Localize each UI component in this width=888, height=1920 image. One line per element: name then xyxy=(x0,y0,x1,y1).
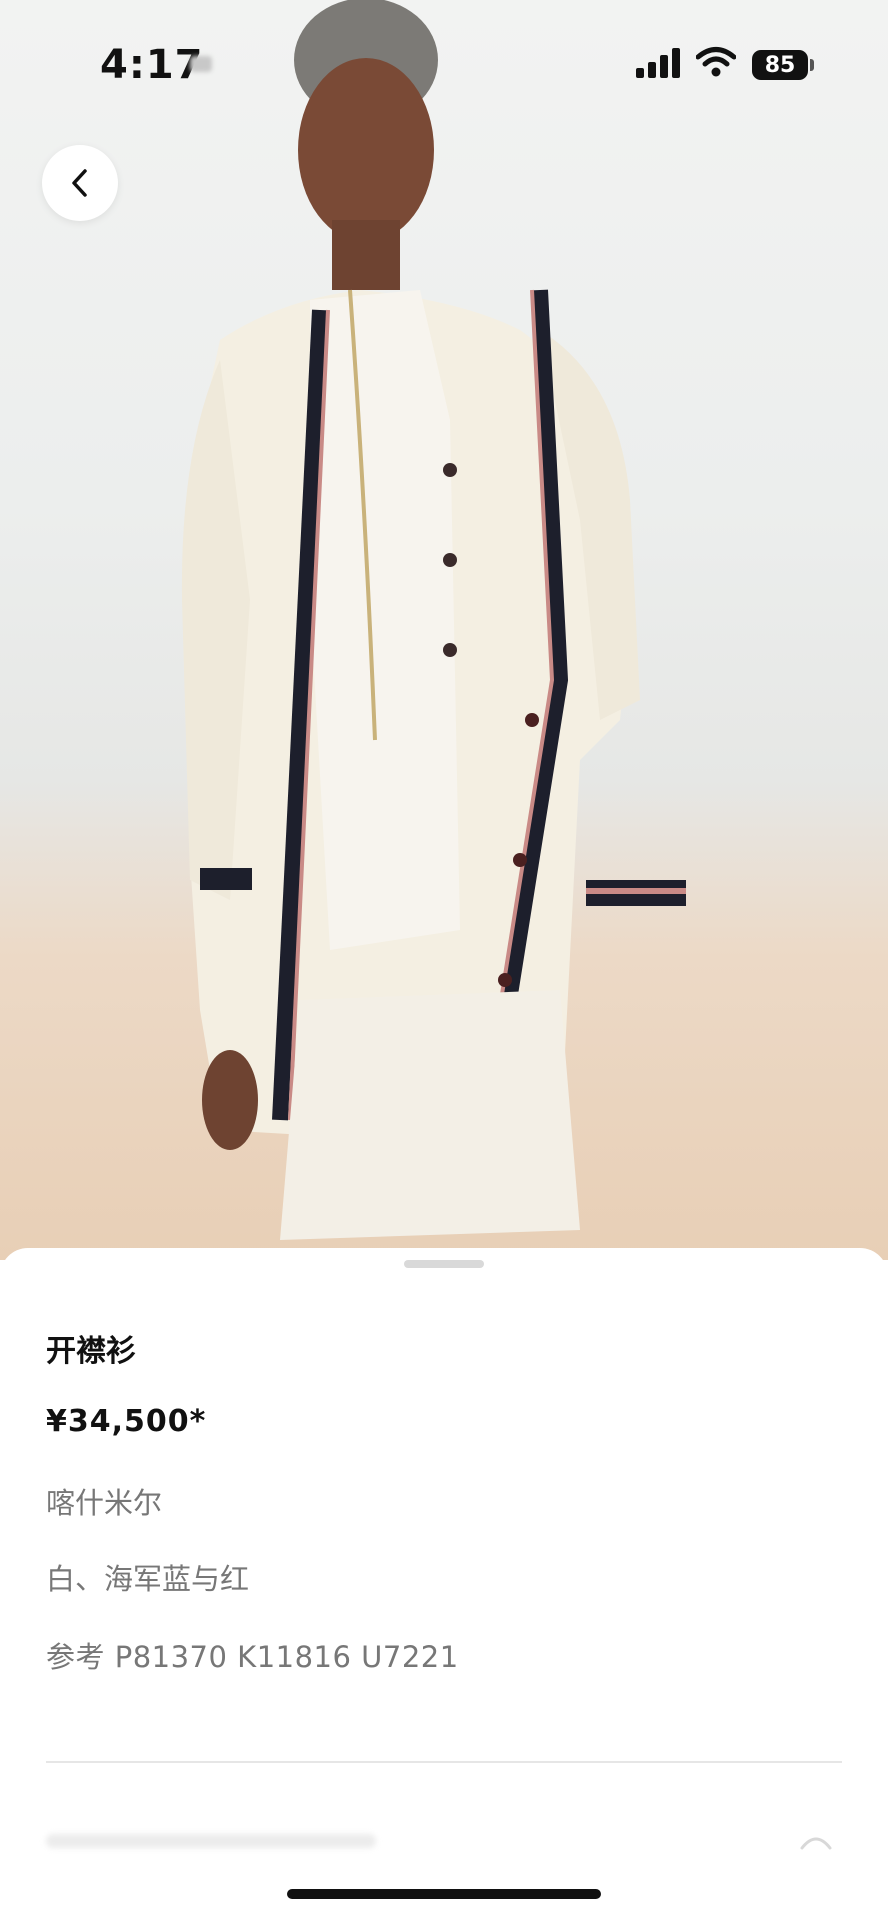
next-section-row[interactable] xyxy=(46,1834,376,1848)
wifi-icon xyxy=(696,47,736,77)
location-icon xyxy=(190,56,212,72)
back-button[interactable] xyxy=(42,145,118,221)
sheet-drag-handle[interactable] xyxy=(404,1260,484,1268)
product-color: 白、海军蓝与红 xyxy=(46,1562,250,1596)
status-time: 4:17 xyxy=(100,42,204,88)
home-indicator[interactable] xyxy=(287,1889,601,1899)
product-price: ¥34,500* xyxy=(46,1404,207,1439)
chevron-left-icon xyxy=(72,169,87,197)
chevron-icon[interactable] xyxy=(796,1826,836,1856)
product-photo: 4:17 85 xyxy=(0,0,888,1260)
battery-cap xyxy=(810,59,814,71)
model-photo xyxy=(181,0,686,1240)
product-title: 开襟衫 xyxy=(46,1334,136,1369)
product-reference: 参考 P81370 K11816 U7221 xyxy=(46,1640,459,1674)
battery-level: 85 xyxy=(764,52,796,78)
divider xyxy=(46,1761,842,1763)
status-bar: 4:17 85 xyxy=(0,0,888,130)
cellular-signal-icon xyxy=(636,48,680,78)
product-details-sheet[interactable]: 开襟衫 ¥34,500* 喀什米尔 白、海军蓝与红 参考 P81370 K118… xyxy=(0,1248,888,1920)
product-material: 喀什米尔 xyxy=(46,1486,163,1520)
battery-icon: 85 xyxy=(752,50,808,80)
